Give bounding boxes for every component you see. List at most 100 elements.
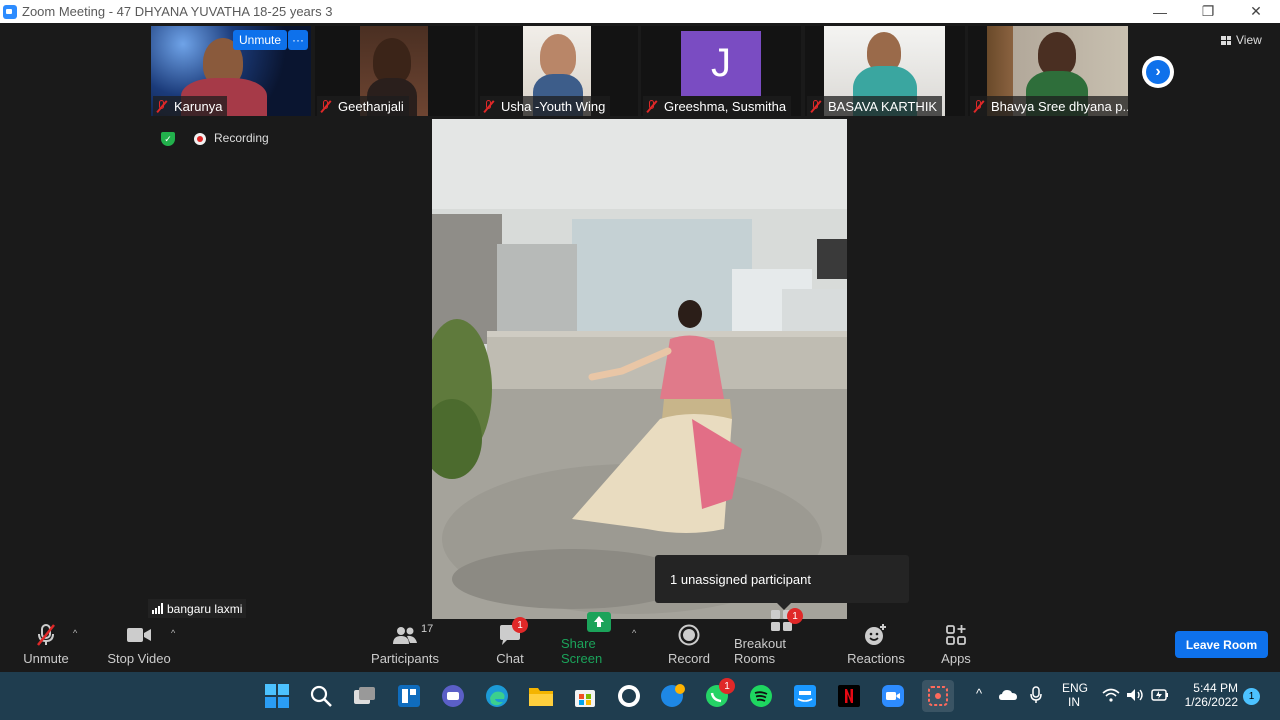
main-speaker-video bbox=[432, 119, 847, 619]
speaker-name: bangaru laxmi bbox=[167, 601, 243, 616]
apps-icon bbox=[946, 623, 966, 647]
mic-muted-icon bbox=[810, 99, 822, 113]
participant-name-label: Usha -Youth Wing bbox=[480, 96, 611, 116]
view-label: View bbox=[1236, 33, 1262, 47]
notification-badge[interactable]: 1 bbox=[1243, 688, 1260, 705]
wifi-icon[interactable] bbox=[1102, 688, 1120, 705]
more-options-button[interactable]: ··· bbox=[288, 30, 308, 50]
task-view-icon[interactable] bbox=[351, 682, 379, 710]
reactions-label: Reactions bbox=[847, 651, 905, 666]
share-screen-button[interactable]: Share Screen bbox=[561, 612, 637, 672]
speaker-video-image bbox=[432, 119, 847, 619]
file-explorer-icon[interactable] bbox=[527, 682, 555, 710]
video-options-caret[interactable]: ^ bbox=[171, 628, 175, 638]
tray-overflow-caret[interactable]: ^ bbox=[976, 686, 982, 701]
onedrive-icon[interactable] bbox=[999, 688, 1017, 703]
participants-icon: 17 bbox=[393, 623, 433, 647]
reactions-button[interactable]: Reactions bbox=[846, 619, 906, 672]
netflix-icon[interactable] bbox=[835, 682, 863, 710]
clock-date: 1/26/2022 bbox=[1184, 695, 1238, 709]
whatsapp-icon[interactable]: 1 bbox=[703, 678, 735, 710]
participant-tile-basava[interactable]: BASAVA KARTHIK bbox=[805, 26, 965, 116]
record-button[interactable]: Record bbox=[664, 619, 714, 672]
windows-start-icon[interactable] bbox=[263, 682, 291, 710]
mic-muted-icon bbox=[646, 99, 658, 113]
breakout-tooltip: 1 unassigned participant bbox=[655, 555, 909, 610]
encryption-shield-icon[interactable]: ✓ bbox=[161, 132, 175, 146]
unmute-button[interactable]: Unmute bbox=[18, 619, 74, 672]
zoom-logo-icon bbox=[3, 4, 17, 19]
system-clock[interactable]: 5:44 PM 1/26/2022 bbox=[1180, 681, 1238, 709]
store-icon[interactable] bbox=[571, 682, 599, 710]
snipping-tool-icon[interactable] bbox=[922, 680, 954, 712]
grid-view-icon bbox=[1221, 35, 1231, 45]
chat-bubble-icon: 1 bbox=[498, 617, 528, 647]
participants-button[interactable]: 17 Participants bbox=[370, 619, 440, 672]
maximize-button[interactable]: ❐ bbox=[1184, 0, 1232, 23]
prime-video-icon[interactable] bbox=[791, 682, 819, 710]
region-code: IN bbox=[1068, 695, 1080, 709]
breakout-rooms-button[interactable]: 1 Breakout Rooms bbox=[734, 608, 830, 672]
search-icon[interactable] bbox=[307, 682, 335, 710]
breakout-badge: 1 bbox=[787, 608, 803, 624]
volume-icon[interactable] bbox=[1126, 688, 1144, 705]
participant-name-label: Geethanjali bbox=[317, 96, 409, 116]
teams-chat-icon[interactable] bbox=[439, 682, 467, 710]
clock-time: 5:44 PM bbox=[1193, 681, 1238, 695]
close-button[interactable]: ✕ bbox=[1232, 0, 1280, 23]
participants-label: Participants bbox=[371, 651, 439, 666]
reactions-smiley-icon bbox=[864, 623, 888, 647]
window-title-bar: Zoom Meeting - 47 DHYANA YUVATHA 18-25 y… bbox=[0, 0, 1280, 23]
mic-muted-icon bbox=[483, 99, 495, 113]
recording-icon bbox=[194, 133, 206, 145]
language-indicator[interactable]: ENG IN bbox=[1062, 681, 1089, 709]
unmute-participant-button[interactable]: Unmute bbox=[233, 30, 288, 50]
participants-count: 17 bbox=[421, 623, 434, 635]
participant-tile-bhavya[interactable]: Bhavya Sree dhyana p... bbox=[968, 26, 1128, 116]
stop-video-label: Stop Video bbox=[107, 651, 171, 666]
leave-room-button[interactable]: Leave Room bbox=[1175, 631, 1268, 658]
meeting-toolbar: Unmute ^ Stop Video ^ 17 Participants 1 … bbox=[0, 608, 1280, 672]
next-page-button[interactable]: › bbox=[1142, 56, 1174, 88]
audio-options-caret[interactable]: ^ bbox=[73, 628, 77, 638]
signal-strength-icon bbox=[152, 603, 163, 614]
share-options-caret[interactable]: ^ bbox=[632, 628, 636, 638]
apps-button[interactable]: Apps bbox=[936, 619, 976, 672]
participant-tile-usha[interactable]: Usha -Youth Wing bbox=[478, 26, 638, 116]
participant-name-label: Bhavya Sree dhyana p... bbox=[970, 96, 1128, 116]
participant-strip: Unmute ··· Karunya Geethanjali Usha -You… bbox=[0, 23, 1280, 118]
video-camera-icon bbox=[126, 623, 152, 647]
recording-label[interactable]: Recording bbox=[214, 131, 269, 145]
widgets-icon[interactable] bbox=[395, 682, 423, 710]
github-icon[interactable] bbox=[615, 682, 643, 710]
chevron-right-icon: › bbox=[1146, 60, 1170, 84]
zoom-icon[interactable] bbox=[879, 682, 907, 710]
participant-name-label: Greeshma, Susmitha bbox=[643, 96, 792, 116]
vscode-icon[interactable] bbox=[659, 682, 687, 710]
breakout-rooms-icon: 1 bbox=[771, 608, 803, 632]
windows-taskbar: 1 ^ ENG IN 5:44 PM 1/26/2022 1 bbox=[0, 672, 1280, 720]
participant-tile-karunya[interactable]: Unmute ··· Karunya bbox=[151, 26, 311, 116]
edge-icon[interactable] bbox=[483, 682, 511, 710]
participant-tile-geethanjali[interactable]: Geethanjali bbox=[315, 26, 475, 116]
battery-icon[interactable] bbox=[1151, 688, 1169, 705]
mic-muted-icon bbox=[156, 99, 168, 113]
participant-tile-greeshma[interactable]: J Greeshma, Susmitha bbox=[641, 26, 801, 116]
mic-muted-icon bbox=[973, 99, 985, 113]
language-code: ENG bbox=[1062, 681, 1089, 695]
chat-button[interactable]: 1 Chat bbox=[490, 617, 530, 672]
mic-muted-icon bbox=[320, 99, 332, 113]
participant-name-label: Karunya bbox=[153, 96, 228, 116]
microphone-muted-icon bbox=[34, 623, 58, 647]
microphone-icon[interactable] bbox=[1030, 686, 1042, 707]
view-button[interactable]: View bbox=[1221, 33, 1262, 47]
chat-label: Chat bbox=[496, 651, 524, 666]
breakout-rooms-label: Breakout Rooms bbox=[734, 636, 787, 666]
record-icon bbox=[678, 623, 700, 647]
minimize-button[interactable]: — bbox=[1136, 0, 1184, 23]
window-title: Zoom Meeting - 47 DHYANA YUVATHA 18-25 y… bbox=[22, 4, 333, 19]
apps-label: Apps bbox=[941, 651, 971, 666]
spotify-icon[interactable] bbox=[747, 682, 775, 710]
stop-video-button[interactable]: Stop Video bbox=[104, 619, 174, 672]
chat-badge: 1 bbox=[512, 617, 528, 633]
